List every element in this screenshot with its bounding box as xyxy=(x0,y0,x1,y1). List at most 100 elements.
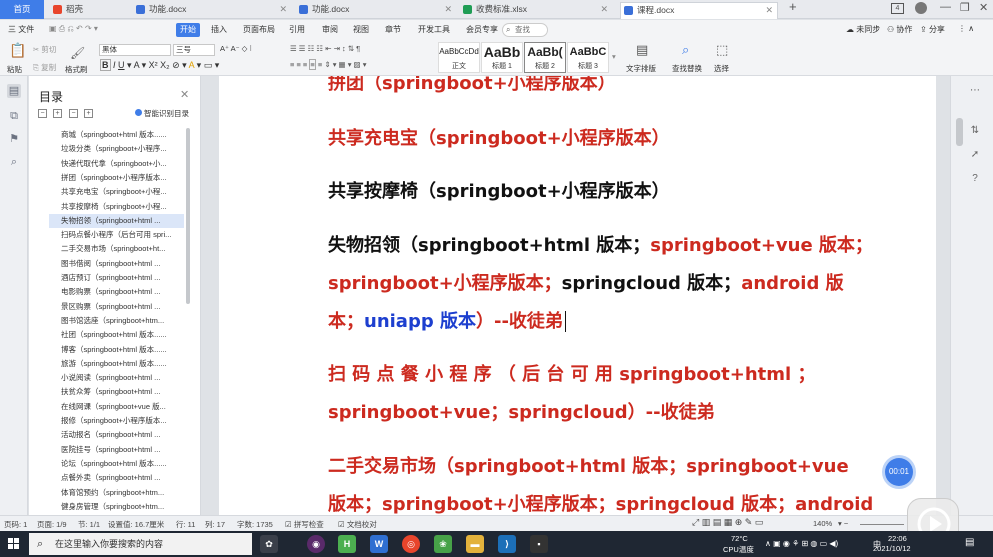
demote-icon[interactable]: − xyxy=(69,109,78,118)
close-icon[interactable]: ✕ xyxy=(600,2,608,17)
format-painter-icon[interactable]: 🖌 xyxy=(70,46,85,60)
toc-item[interactable]: 景区购票（springboot+html ... xyxy=(49,300,184,314)
more-icon[interactable]: ⋮ ∧ xyxy=(958,24,974,33)
paste-icon[interactable]: 📋 xyxy=(9,42,26,59)
document-page[interactable]: 拼团（springboot+小程序版本） 共享充电宝（springboot+小程… xyxy=(219,76,936,515)
collab-button[interactable]: ⚇ 协作 xyxy=(887,24,912,35)
copy-button[interactable]: ⎘ 复制 xyxy=(33,62,56,73)
zoom-level[interactable]: 140% xyxy=(813,519,832,528)
toc-item[interactable]: 论坛（springboot+html 版本...... xyxy=(49,457,184,471)
toc-item[interactable]: 图书借阅（springboot+html ... xyxy=(49,257,184,271)
toc-item[interactable]: 报修（springboot+小程序版本... xyxy=(49,414,184,428)
text-layout-icon[interactable]: ▤ xyxy=(636,42,648,58)
toc-item[interactable]: 博客（springboot+html 版本...... xyxy=(49,343,184,357)
toc-item[interactable]: 商城（springboot+html 版本...... xyxy=(49,128,184,142)
toc-item[interactable]: 垃圾分类（springboot+小程序... xyxy=(49,142,184,156)
pages-icon[interactable]: ⧉ xyxy=(7,109,21,123)
toc-item[interactable]: 体育馆预约（springboot+htm... xyxy=(49,486,184,500)
expand-all-icon[interactable]: + xyxy=(53,109,62,118)
tray-icons[interactable]: ∧ ▣ ◉ ⚘ ⊞ ◍ ▭ ◀) xyxy=(765,539,838,548)
tab-doc-active[interactable]: 课程.docx ✕ xyxy=(620,2,778,19)
style-heading-3[interactable]: AaBbC 标题 3 xyxy=(567,42,609,73)
find-replace-icon[interactable]: ⌕ xyxy=(682,42,689,58)
help-icon[interactable]: ? xyxy=(968,172,982,186)
wechat-devtools-icon[interactable]: ❀ xyxy=(434,535,452,553)
style-heading-1[interactable]: AaBb 标题 1 xyxy=(481,42,523,73)
file-explorer-icon[interactable]: ▬ xyxy=(466,535,484,553)
search-box[interactable]: ⌕ 查找 xyxy=(502,23,548,37)
paragraph-tools-bottom[interactable]: ≡ ≡ ≡ ≡ ≡ ⇕ ▾ ▦ ▾ ▨ ▾ xyxy=(290,59,367,70)
format-painter-button[interactable]: 格式刷 xyxy=(65,64,88,75)
toc-item[interactable]: 扶贫众筹（springboot+html ... xyxy=(49,385,184,399)
menu-member[interactable]: 会员专享 xyxy=(466,24,498,35)
view-mode-icons[interactable]: ⤢ ▥ ▤ ▦ ⊕ ✎ ▭ xyxy=(692,517,763,528)
notification-icon[interactable]: ▤ xyxy=(965,537,974,548)
windows-start-icon[interactable] xyxy=(8,538,20,550)
smart-toc-button[interactable]: 智能识别目录 xyxy=(135,108,189,119)
close-icon[interactable]: ✕ xyxy=(765,3,773,18)
vscode-app-icon[interactable]: ⟩ xyxy=(498,535,516,553)
tab-xlsx[interactable]: 收费标准.xlsx ✕ xyxy=(460,2,612,19)
toc-item[interactable]: 活动报名（springboot+html ... xyxy=(49,428,184,442)
eclipse-app-icon[interactable]: ◉ xyxy=(307,535,325,553)
toc-item[interactable]: 共享按摩椅（springboot+小程... xyxy=(49,200,184,214)
adjust-icon[interactable]: ⇅ xyxy=(968,124,982,138)
toc-item[interactable]: 扫码点餐小程序（后台可用 spri... xyxy=(49,228,184,242)
toc-item[interactable]: 健身房管理（springboot+htm... xyxy=(49,500,184,514)
minimize-icon[interactable]: — xyxy=(940,1,951,13)
zoom-slider[interactable] xyxy=(860,524,904,525)
toc-item[interactable]: 失物招领（springboot+html ... xyxy=(49,213,184,228)
ellipsis-icon[interactable]: ⋯ xyxy=(968,84,982,98)
weather-temp[interactable]: 72°C xyxy=(731,534,748,543)
toc-item[interactable]: 旅游（springboot+html 版本...... xyxy=(49,357,184,371)
style-normal[interactable]: AaBbCcDd 正文 xyxy=(438,42,480,73)
styles-more-icon[interactable]: ▾ xyxy=(612,52,616,61)
close-window-icon[interactable]: ✕ xyxy=(979,1,988,14)
doc-compare-button[interactable]: ☑ 文档校对 xyxy=(338,519,377,530)
font-name-select[interactable]: 黑体 xyxy=(99,44,171,56)
clock-time[interactable]: 22:06 xyxy=(888,534,907,543)
tab-doc-1[interactable]: 功能.docx ✕ xyxy=(133,2,291,19)
close-icon[interactable]: ✕ xyxy=(279,2,287,17)
menu-review[interactable]: 审阅 xyxy=(322,24,338,35)
toc-scrollbar[interactable] xyxy=(186,128,190,304)
zoom-dropdown-icon[interactable]: ▾ − xyxy=(838,519,848,528)
tab-daoke[interactable]: 稻壳 xyxy=(50,2,130,19)
tab-home[interactable]: 首页 xyxy=(0,0,44,19)
menu-file[interactable]: 三 文件 xyxy=(8,24,34,35)
avatar[interactable] xyxy=(915,2,927,14)
close-icon[interactable]: ✕ xyxy=(180,88,189,101)
sync-button[interactable]: ☁ 未同步 xyxy=(846,24,880,35)
style-heading-2[interactable]: AaBb(标题 2 xyxy=(524,42,566,73)
quick-access-icons[interactable]: ▣ ⎙ ⎌ ↶ ↷ ▾ xyxy=(49,24,98,34)
menu-reference[interactable]: 引用 xyxy=(289,24,305,35)
toc-item[interactable]: 医院挂号（springboot+html ... xyxy=(49,443,184,457)
cursor-icon[interactable]: ➚ xyxy=(968,148,982,162)
toc-item[interactable]: 共享充电宝（springboot+小程... xyxy=(49,185,184,199)
toc-item[interactable]: 社团（springboot+html 版本...... xyxy=(49,328,184,342)
hbuilder-app-icon[interactable]: H xyxy=(338,535,356,553)
restore-icon[interactable]: ❐ xyxy=(960,1,970,14)
text-layout-button[interactable]: 文字排版 xyxy=(626,63,656,74)
menu-page-layout[interactable]: 页面布局 xyxy=(243,24,275,35)
new-tab-button[interactable]: + xyxy=(789,0,797,14)
toc-item[interactable]: 点餐外卖（springboot+html ... xyxy=(49,471,184,485)
search-icon[interactable]: ⌕ xyxy=(7,155,21,169)
wps-app-icon[interactable]: W xyxy=(370,535,388,553)
toc-item[interactable]: 拼团（springboot+小程序版本... xyxy=(49,171,184,185)
menu-start[interactable]: 开始 xyxy=(176,23,200,37)
bookmark-icon[interactable]: ⚑ xyxy=(7,132,21,146)
window-count-icon[interactable]: 4 xyxy=(891,3,904,14)
toc-item[interactable]: 图书馆选座（springboot+htm... xyxy=(49,314,184,328)
toc-item[interactable]: 二手交易市场（springboot+ht... xyxy=(49,242,184,256)
tab-doc-2[interactable]: 功能.docx ✕ xyxy=(296,2,456,19)
cut-button[interactable]: ✂ 剪切 xyxy=(33,44,56,55)
menu-chapter[interactable]: 章节 xyxy=(385,24,401,35)
close-icon[interactable]: ✕ xyxy=(444,2,452,17)
terminal-app-icon[interactable]: ▪ xyxy=(530,535,548,553)
chrome-app-icon[interactable]: ◎ xyxy=(402,535,420,553)
collapse-all-icon[interactable]: − xyxy=(38,109,47,118)
menu-view[interactable]: 视图 xyxy=(353,24,369,35)
spell-check-button[interactable]: ☑ 拼写检查 xyxy=(285,519,324,530)
recording-timer[interactable]: 00:01 xyxy=(885,458,913,486)
